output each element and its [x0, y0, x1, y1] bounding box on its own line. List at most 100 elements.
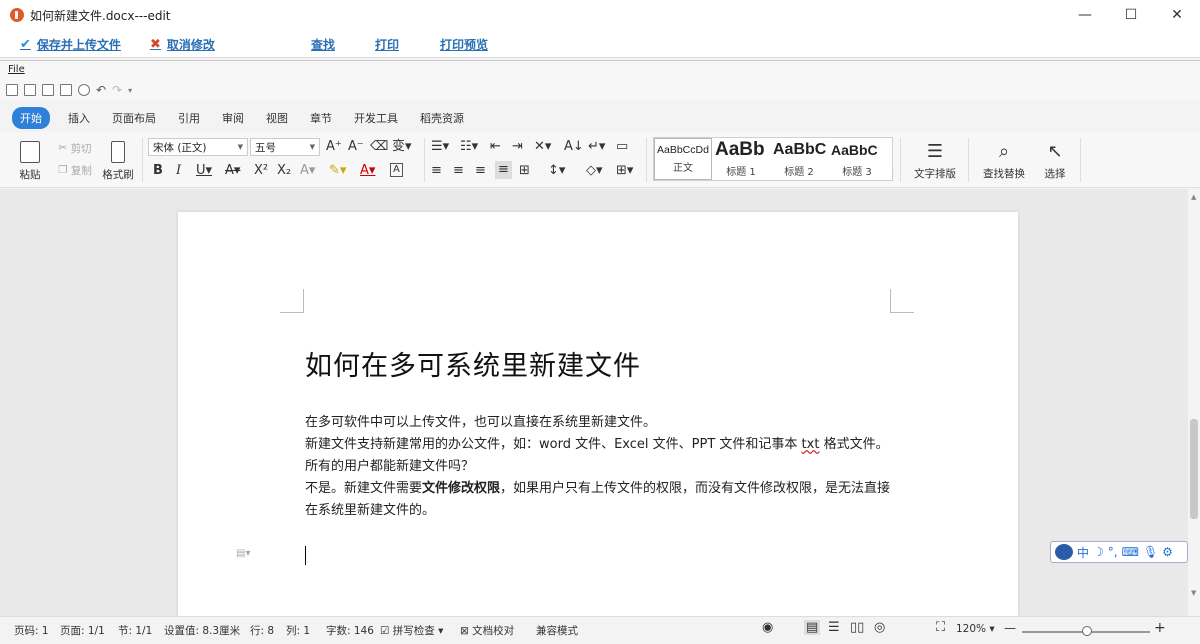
tab-resources[interactable]: 稻壳资源: [420, 108, 464, 128]
customize-dropdown-icon[interactable]: ▾: [128, 86, 132, 95]
scroll-up-icon[interactable]: ▲: [1191, 193, 1196, 201]
divider: [142, 138, 143, 182]
zoom-slider-handle[interactable]: [1082, 626, 1092, 636]
vertical-scrollbar[interactable]: ▲ ▼: [1188, 189, 1200, 616]
style-normal[interactable]: AaBbCcDd 正文: [654, 138, 712, 180]
outline-view-icon[interactable]: ☰: [828, 620, 840, 635]
print-preview-button[interactable]: 打印预览: [440, 36, 488, 53]
shading-icon[interactable]: ◇▾: [586, 163, 603, 179]
grow-font-icon[interactable]: A⁺: [326, 139, 342, 155]
zoom-out-button[interactable]: —: [1004, 621, 1016, 635]
tab-developer[interactable]: 开发工具: [354, 108, 398, 128]
spelling-error-word[interactable]: txt: [802, 437, 820, 452]
font-size-select[interactable]: 五号 ▼: [250, 138, 320, 156]
text-effect-icon[interactable]: A▾: [300, 163, 315, 179]
sort-icon[interactable]: A↓: [564, 139, 584, 155]
distributed-icon[interactable]: ⊞: [519, 163, 530, 179]
ruler-icon[interactable]: ▭: [616, 139, 628, 155]
close-button[interactable]: ✕: [1154, 0, 1200, 30]
char-border-icon[interactable]: A: [390, 163, 403, 177]
page-view-icon[interactable]: ▤: [804, 620, 821, 635]
justify-icon[interactable]: ≡: [495, 161, 512, 179]
divider: [1080, 138, 1081, 182]
print-button[interactable]: 打印: [375, 36, 399, 53]
tab-chapter[interactable]: 章节: [310, 108, 332, 128]
undo-icon[interactable]: ↶: [96, 83, 106, 97]
gear-icon[interactable]: ⚙: [1162, 545, 1173, 559]
style-heading-1[interactable]: AaBb 标题 1: [712, 138, 770, 180]
ime-logo-icon[interactable]: [1055, 544, 1073, 560]
style-heading-2[interactable]: AaBbC 标题 2: [770, 138, 828, 180]
scroll-down-icon[interactable]: ▼: [1191, 589, 1196, 597]
bold-icon[interactable]: B: [153, 163, 163, 179]
tab-view[interactable]: 视图: [266, 108, 288, 128]
minimize-button[interactable]: —: [1062, 0, 1108, 30]
phonetic-icon[interactable]: 变▾: [392, 139, 412, 155]
open-folder-icon[interactable]: [24, 84, 36, 96]
maximize-button[interactable]: ☐: [1108, 0, 1154, 30]
cut-button[interactable]: ✂ 剪切: [54, 140, 96, 156]
paragraph-handle-icon[interactable]: ▤▾: [236, 548, 250, 559]
tab-page-layout[interactable]: 页面布局: [112, 108, 156, 128]
ime-mode-toggle[interactable]: 中: [1077, 544, 1089, 561]
tab-insert[interactable]: 插入: [68, 108, 90, 128]
tab-home[interactable]: 开始: [12, 107, 50, 129]
subscript-icon[interactable]: X₂: [277, 163, 291, 179]
paste-button[interactable]: 粘贴: [12, 138, 48, 184]
new-document-icon[interactable]: [6, 84, 18, 96]
format-painter-button[interactable]: 格式刷: [100, 138, 136, 184]
shrink-font-icon[interactable]: A⁻: [348, 139, 364, 155]
font-name-select[interactable]: 宋体 (正文) ▼: [148, 138, 248, 156]
file-menu[interactable]: File: [8, 64, 25, 75]
punctuation-icon[interactable]: °,: [1108, 545, 1118, 559]
microphone-icon[interactable]: 🎙: [1143, 545, 1158, 559]
show-marks-icon[interactable]: ↵▾: [588, 139, 605, 155]
superscript-icon[interactable]: X²: [254, 163, 268, 179]
align-right-icon[interactable]: ≡: [475, 163, 486, 179]
cancel-edit-button[interactable]: ✖ 取消修改: [150, 36, 215, 53]
align-center-icon[interactable]: ≡: [453, 163, 464, 179]
status-word-count[interactable]: 字数: 146: [326, 623, 374, 638]
text-layout-button[interactable]: ☰ 文字排版: [906, 138, 964, 184]
reading-view-icon[interactable]: ▯▯: [850, 620, 864, 635]
borders-icon[interactable]: ⊞▾: [616, 163, 633, 179]
increase-indent-icon[interactable]: ⇥: [512, 139, 523, 155]
zoom-level-select[interactable]: 120% ▾: [956, 623, 995, 635]
fit-page-icon[interactable]: ⛶: [936, 620, 945, 635]
find-button[interactable]: 查找: [311, 36, 335, 53]
document-heading[interactable]: 如何在多可系统里新建文件: [305, 344, 641, 383]
eye-protect-icon[interactable]: ◉: [762, 620, 773, 635]
redo-icon[interactable]: ↷: [112, 83, 122, 97]
zoom-in-button[interactable]: +: [1154, 620, 1166, 636]
style-heading-3[interactable]: AaBbC 标题 3: [828, 138, 886, 180]
scroll-thumb[interactable]: [1190, 419, 1198, 519]
clear-format-icon[interactable]: ⌫: [370, 139, 388, 155]
spell-check-button[interactable]: ☑ 拼写检查 ▾: [380, 623, 443, 638]
copy-button[interactable]: ❐ 复制: [54, 162, 96, 178]
save-icon[interactable]: [42, 84, 54, 96]
strikethrough-icon[interactable]: A▾: [225, 163, 240, 179]
line-spacing-icon[interactable]: ↕▾: [548, 163, 565, 179]
save-upload-button[interactable]: ✔ 保存并上传文件: [20, 36, 121, 53]
document-page[interactable]: 如何在多可系统里新建文件 在多可软件中可以上传文件，也可以直接在系统里新建文件。…: [178, 212, 1018, 616]
tab-references[interactable]: 引用: [178, 108, 200, 128]
chinese-layout-icon[interactable]: ✕▾: [534, 139, 551, 155]
doc-proof-button[interactable]: ⊠ 文档校对: [460, 623, 514, 638]
moon-icon[interactable]: ☽: [1093, 545, 1104, 559]
underline-icon[interactable]: U▾: [196, 163, 212, 179]
select-button[interactable]: ↖ 选择: [1036, 138, 1074, 184]
decrease-indent-icon[interactable]: ⇤: [490, 139, 501, 155]
font-color-icon[interactable]: A▾: [360, 163, 375, 179]
keyboard-icon[interactable]: ⌨: [1122, 545, 1139, 559]
numbered-list-icon[interactable]: ☷▾: [460, 139, 478, 155]
highlight-icon[interactable]: ✎▾: [329, 163, 346, 179]
preview-icon[interactable]: [78, 84, 90, 96]
find-replace-button[interactable]: ⌕ 查找替换: [976, 138, 1032, 184]
italic-icon[interactable]: I: [176, 163, 181, 179]
bullet-list-icon[interactable]: ☰▾: [431, 139, 449, 155]
printer-icon[interactable]: [60, 84, 72, 96]
tab-review[interactable]: 审阅: [222, 108, 244, 128]
document-body[interactable]: 在多可软件中可以上传文件，也可以直接在系统里新建文件。 新建文件支持新建常用的办…: [305, 412, 895, 522]
web-view-icon[interactable]: ◎: [874, 620, 885, 635]
align-left-icon[interactable]: ≡: [431, 163, 442, 179]
